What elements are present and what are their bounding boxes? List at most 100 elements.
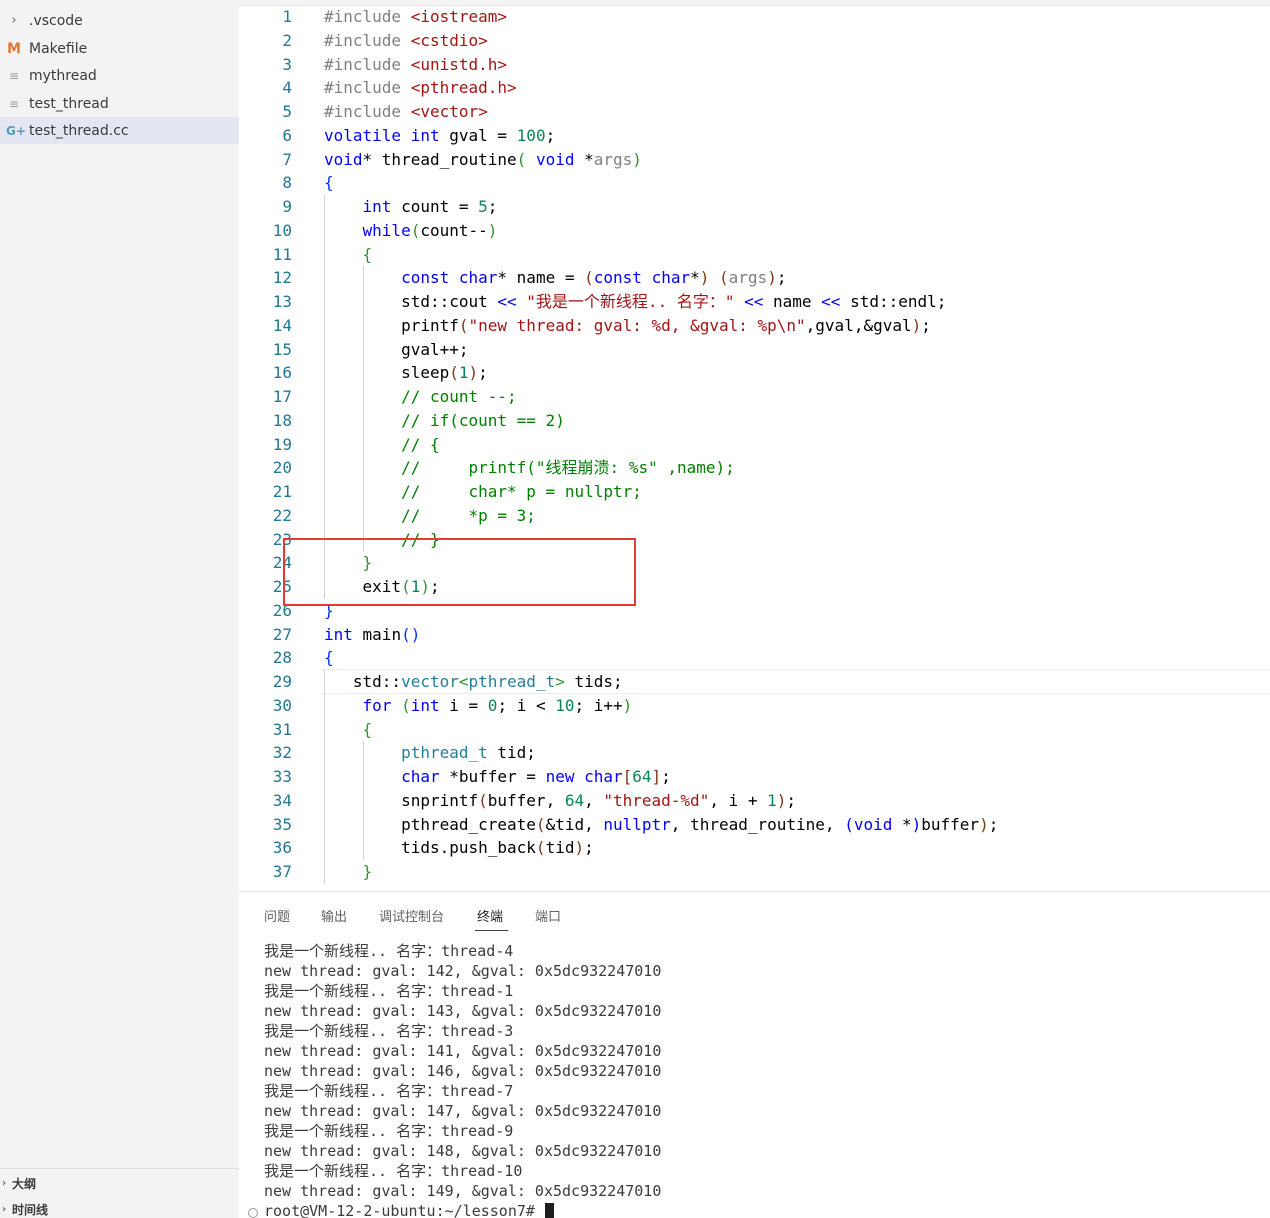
code-line-27[interactable]: 27 int main()	[239, 623, 1270, 647]
terminal-line: new thread: gval: 149, &gval: 0x5dc93224…	[264, 1182, 662, 1200]
chevron-right-icon: ›	[11, 13, 17, 28]
outline-section-header[interactable]: › 大纲	[0, 1170, 239, 1196]
line-number: 36	[272, 838, 292, 857]
line-number: 15	[272, 340, 292, 359]
line-number: 30	[272, 696, 292, 715]
code-line-7[interactable]: 7 void* thread_routine( void *args)	[239, 148, 1270, 172]
line-number: 37	[272, 862, 292, 881]
code-line-10[interactable]: 10 while(count--)	[239, 219, 1270, 243]
code-line-31[interactable]: 31 {	[239, 718, 1270, 742]
explorer-item[interactable]: ≡ mythread	[0, 62, 239, 89]
line-number: 9	[282, 197, 292, 216]
terminal-status-icon	[248, 1208, 258, 1218]
code-line-17[interactable]: 17 // count --;	[239, 385, 1270, 409]
line-number: 5	[282, 102, 292, 121]
bottom-panel: 问题 输出 调试控制台 终端 端口 我是一个新线程.. 名字：thread-4 n…	[239, 891, 1270, 1218]
code-line-20[interactable]: 20 // printf("线程崩溃: %s" ,name);	[239, 456, 1270, 480]
code-line-4[interactable]: 4 #include <pthread.h>	[239, 76, 1270, 100]
annotation-highlight-box	[283, 538, 636, 606]
code-line-16[interactable]: 16 sleep(1);	[239, 361, 1270, 385]
code-line-11[interactable]: 11 {	[239, 243, 1270, 267]
explorer-item-label: Makefile	[29, 40, 88, 57]
code-line-35[interactable]: 35 pthread_create(&tid, nullptr, thread_…	[239, 813, 1270, 837]
line-number: 21	[272, 482, 292, 501]
terminal-line: 我是一个新线程.. 名字：thread-9	[264, 1122, 514, 1140]
tab-debug-console[interactable]: 调试控制台	[379, 906, 444, 925]
code-line-2[interactable]: 2 #include <cstdio>	[239, 29, 1270, 53]
line-number: 4	[282, 78, 292, 97]
line-number: 22	[272, 506, 292, 525]
code-line-1[interactable]: 1 #include <iostream>	[239, 5, 1270, 29]
code-line-12[interactable]: 12 const char* name = (const char*) (arg…	[239, 266, 1270, 290]
code-line-8[interactable]: 8{	[239, 171, 1270, 195]
terminal-prompt-line[interactable]: root@VM-12-2-ubuntu:~/lesson7#	[264, 1201, 554, 1218]
code-line-29[interactable]: 29 std::vector<pthread_t> tids;	[239, 670, 1270, 694]
code-line-13[interactable]: 13 std::cout << "我是一个新线程.. 名字：" << name …	[239, 290, 1270, 314]
code-line-21[interactable]: 21 // char* p = nullptr;	[239, 480, 1270, 504]
code-line-33[interactable]: 33 char *buffer = new char[64];	[239, 765, 1270, 789]
code-line-15[interactable]: 15 gval++;	[239, 338, 1270, 362]
line-number: 13	[272, 292, 292, 311]
line-number: 8	[282, 173, 292, 192]
line-number: 2	[282, 31, 292, 50]
terminal-line: new thread: gval: 146, &gval: 0x5dc93224…	[264, 1062, 662, 1080]
terminal-line: new thread: gval: 148, &gval: 0x5dc93224…	[264, 1142, 662, 1160]
code-line-36[interactable]: 36 tids.push_back(tid);	[239, 836, 1270, 860]
line-number: 19	[272, 435, 292, 454]
code-line-28[interactable]: 28{	[239, 646, 1270, 670]
cpp-file-icon: G+	[6, 123, 26, 138]
timeline-section-header[interactable]: › 时间线	[0, 1196, 239, 1218]
terminal-line: new thread: gval: 143, &gval: 0x5dc93224…	[264, 1002, 662, 1020]
explorer-sidebar: › .vscode M Makefile ≡ mythread ≡ test_thread G+…	[0, 0, 239, 1218]
text-file-icon: ≡	[8, 96, 20, 111]
tab-ports[interactable]: 端口	[535, 906, 561, 925]
line-number: 6	[282, 126, 292, 145]
line-number: 29	[272, 672, 292, 691]
line-number: 11	[272, 245, 292, 264]
explorer-item-label: test_thread.cc	[29, 122, 129, 139]
line-number: 14	[272, 316, 292, 335]
code-line-6[interactable]: 6 volatile int gval = 100;	[239, 124, 1270, 148]
line-number: 35	[272, 815, 292, 834]
line-number: 7	[282, 150, 292, 169]
line-number: 3	[282, 55, 292, 74]
terminal-line: new thread: gval: 142, &gval: 0x5dc93224…	[264, 962, 662, 980]
chevron-right-icon: ›	[2, 1203, 7, 1215]
terminal-line: 我是一个新线程.. 名字：thread-3	[264, 1022, 514, 1040]
timeline-label: 时间线	[12, 1202, 49, 1217]
line-number: 17	[272, 387, 292, 406]
tab-output[interactable]: 输出	[321, 906, 347, 925]
terminal-line: 我是一个新线程.. 名字：thread-1	[264, 982, 514, 1000]
code-line-37[interactable]: 37 }	[239, 860, 1270, 884]
code-line-18[interactable]: 18 // if(count == 2)	[239, 409, 1270, 433]
code-line-3[interactable]: 3 #include <unistd.h>	[239, 53, 1270, 77]
line-number: 27	[272, 625, 292, 644]
code-line-19[interactable]: 19 // {	[239, 433, 1270, 457]
terminal-line: new thread: gval: 147, &gval: 0x5dc93224…	[264, 1102, 662, 1120]
code-line-5[interactable]: 5 #include <vector>	[239, 100, 1270, 124]
explorer-item[interactable]: M Makefile	[0, 35, 239, 62]
code-line-30[interactable]: 30 for (int i = 0; i < 10; i++)	[239, 694, 1270, 718]
active-tab-indicator	[475, 930, 508, 931]
terminal-line: 我是一个新线程.. 名字：thread-7	[264, 1082, 514, 1100]
line-number: 10	[272, 221, 292, 240]
code-editor[interactable]: 1 #include <iostream> 2 #include <cstdio> …	[239, 0, 1270, 891]
terminal-prompt: root@VM-12-2-ubuntu:~/lesson7#	[264, 1202, 544, 1218]
line-number: 16	[272, 363, 292, 382]
line-number: 32	[272, 743, 292, 762]
explorer-item[interactable]: G+ test_thread.cc	[0, 117, 239, 144]
tab-terminal[interactable]: 终端	[477, 906, 503, 925]
code-line-9[interactable]: 9 int count = 5;	[239, 195, 1270, 219]
code-line-34[interactable]: 34 snprintf(buffer, 64, "thread-%d", i +…	[239, 789, 1270, 813]
explorer-item[interactable]: › .vscode	[0, 7, 239, 34]
terminal-line: 我是一个新线程.. 名字：thread-10	[264, 1162, 523, 1180]
code-line-22[interactable]: 22 // *p = 3;	[239, 504, 1270, 528]
explorer-item-label: .vscode	[29, 12, 83, 29]
code-line-14[interactable]: 14 printf("new thread: gval: %d, &gval: …	[239, 314, 1270, 338]
explorer-item[interactable]: ≡ test_thread	[0, 90, 239, 117]
line-number: 1	[282, 7, 292, 26]
code-line-32[interactable]: 32 pthread_t tid;	[239, 741, 1270, 765]
tab-problems[interactable]: 问题	[264, 906, 290, 925]
terminal-line: 我是一个新线程.. 名字：thread-4	[264, 942, 514, 960]
line-number: 18	[272, 411, 292, 430]
